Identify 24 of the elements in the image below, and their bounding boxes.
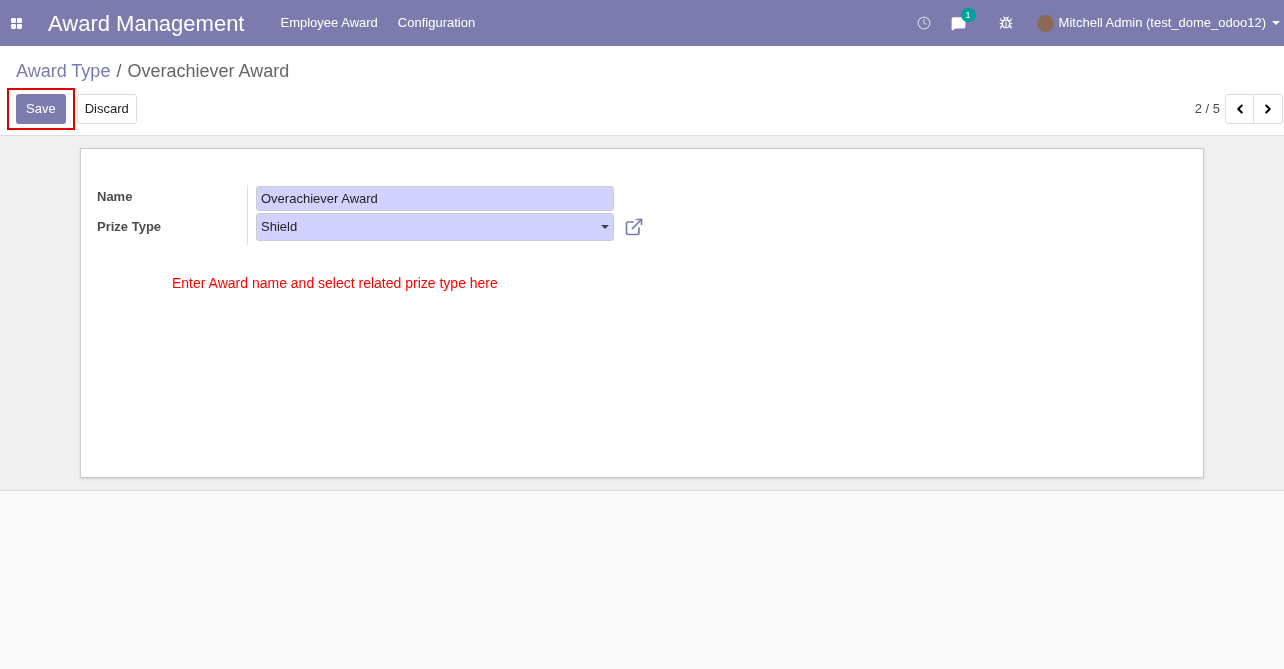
bug-icon[interactable] [998, 16, 1013, 30]
caret-icon[interactable] [1272, 21, 1280, 25]
pager-value: 2 / 5 [1194, 100, 1220, 119]
avatar-icon [1036, 14, 1054, 32]
external-link-icon[interactable] [624, 217, 644, 237]
clock-icon[interactable] [916, 16, 931, 30]
breadcrumb-current: Overachiever Award [127, 60, 290, 83]
breadcrumb-link[interactable]: Award Type [16, 58, 111, 85]
name-input-field[interactable]: Overachiever Award [256, 186, 614, 211]
message-count-badge: 1 [960, 7, 976, 22]
apps-menu-icon[interactable] [10, 16, 23, 30]
menu-link[interactable]: Employee Award [280, 13, 378, 33]
select-field[interactable]: Shield [256, 213, 614, 241]
breadcrumb-separator: / [116, 60, 122, 83]
discard-button[interactable]: Discard [76, 94, 137, 124]
help-note: Enter Award name and select related prize type here [172, 274, 499, 293]
user-menu[interactable]: Mitchell Admin (test_dome_odoo12) [1058, 13, 1266, 33]
save-button[interactable]: Save [16, 94, 66, 124]
caret-icon [601, 225, 609, 229]
field-label: Prize Type [97, 218, 163, 236]
field-label: Name [97, 188, 134, 206]
chat-icon[interactable] [950, 15, 966, 31]
menu-link[interactable]: Configuration [397, 13, 476, 33]
app-title: Award Management [48, 9, 245, 38]
